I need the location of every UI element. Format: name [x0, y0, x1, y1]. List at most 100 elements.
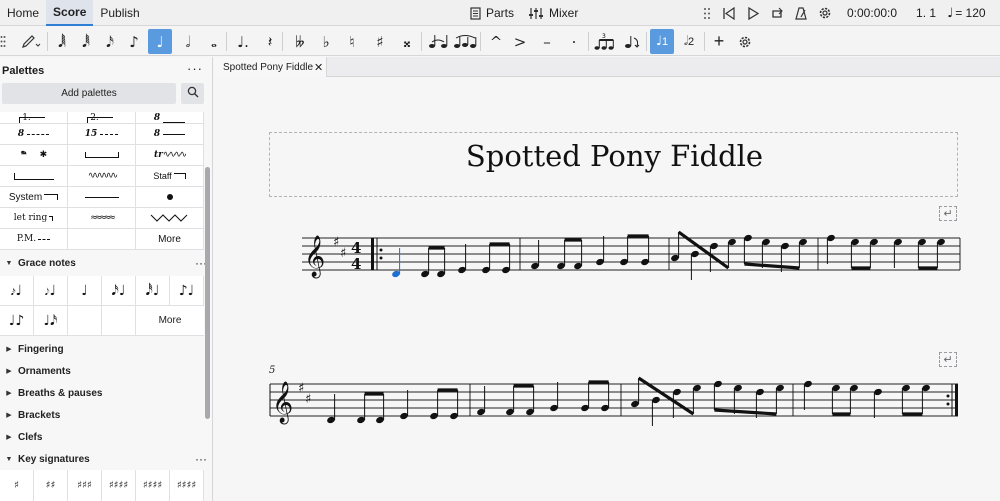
voice-2-button[interactable]: 𝅗𝅥 2 [677, 29, 701, 54]
tenuto-icon[interactable]: – [535, 29, 559, 54]
parts-button[interactable]: Parts [470, 6, 514, 20]
acciaccatura-icon[interactable]: 𝆔♩ [0, 276, 34, 306]
grace-16th-after-icon[interactable]: ♩𝅘𝅥𝅯 [34, 306, 68, 336]
section-grace-notes[interactable]: ▼ Grace notes ··· [0, 253, 210, 273]
title-frame[interactable]: Spotted Pony Fiddle [269, 132, 958, 197]
key-e-major-icon[interactable]: ♯♯♯♯ [102, 470, 136, 501]
palette-cell-trill-line[interactable]: tr ∿∿∿∿ [136, 145, 204, 166]
palette-cell-line[interactable] [68, 187, 136, 208]
rest-icon[interactable]: 𝄽 [258, 29, 282, 54]
palette-cell-pedal[interactable]: 𝆮 ✱ [0, 145, 68, 166]
section-key-signatures[interactable]: ▼ Key signatures ··· [0, 449, 210, 469]
playback-settings-gear-icon[interactable] [818, 6, 832, 20]
grace-quarter-icon[interactable]: ♩ [68, 276, 102, 306]
section-brackets[interactable]: ▶ Brackets [0, 405, 210, 425]
16th-note-icon[interactable]: 𝅘𝅥𝅯 [98, 29, 122, 54]
palette-cell-zigzag[interactable] [136, 208, 204, 229]
palette-cell-ottava-bassa-2[interactable]: 8 [136, 124, 204, 145]
grace-eighth-after-icon[interactable]: ♩♪ [0, 306, 34, 336]
half-note-icon[interactable]: 𝅗𝅥 [176, 29, 200, 54]
voice-1-button[interactable]: ♩ 1 [650, 29, 674, 54]
notes-system-1[interactable] [391, 230, 946, 280]
key-f-sharp-major-icon[interactable]: ♯♯♯♯ [170, 470, 204, 501]
add-icon[interactable]: + [707, 29, 731, 54]
section-breaths-pauses[interactable]: ▶ Breaths & pauses [0, 383, 210, 403]
score-title[interactable]: Spotted Pony Fiddle [270, 139, 959, 173]
section-fingering[interactable]: ▶ Fingering [0, 339, 210, 359]
section-ornaments[interactable]: ▶ Ornaments [0, 361, 210, 381]
tuplet-icon[interactable]: 3 [592, 29, 618, 54]
palette-cell-staff-text-line[interactable]: Staff [136, 166, 204, 187]
palette-cell-quindicesima[interactable]: 15 [68, 124, 136, 145]
palette-cell-volta-1[interactable]: 1. [0, 112, 68, 124]
slur-icon[interactable] [452, 29, 478, 54]
palette-cell-glissando[interactable]: ∿∿∿∿∿∿ [68, 166, 136, 187]
add-palettes-button[interactable]: Add palettes [2, 83, 176, 104]
toolbar-grip-icon[interactable] [0, 29, 10, 54]
palette-cell-pedal-continue[interactable] [0, 166, 68, 187]
palette-cell-ottava-alta[interactable]: 8 [136, 112, 204, 124]
tab-publish[interactable]: Publish [93, 0, 146, 26]
section-clefs[interactable]: ▶ Clefs [0, 427, 210, 447]
64th-note-icon[interactable]: 𝅘𝅥𝅲 [50, 29, 74, 54]
lines-more-button[interactable]: More [136, 229, 204, 250]
palette-cell-palm-mute[interactable]: P.M. [0, 229, 68, 250]
rewind-icon[interactable] [722, 6, 736, 20]
staff-system-1[interactable]: 𝄞 ♯ ♯ 4 4 [214, 221, 1000, 311]
play-icon[interactable] [747, 6, 759, 20]
key-b-major-icon[interactable]: ♯♯♯♯ [136, 470, 170, 501]
section-menu-icon[interactable]: ··· [195, 452, 207, 466]
system-break-icon[interactable]: ↵ [939, 352, 957, 367]
palette-cell-let-ring[interactable]: let ring [0, 208, 68, 229]
palette-cell-pedal-bracket[interactable] [68, 145, 136, 166]
32nd-note-icon[interactable]: 𝅘𝅥𝅱 [74, 29, 98, 54]
notes-system-2[interactable] [326, 376, 931, 426]
flip-direction-icon[interactable] [620, 29, 644, 54]
sharp-icon[interactable]: ♯ [368, 29, 392, 54]
grace-16th-icon[interactable]: 𝅘𝅥𝅯♩ [102, 276, 136, 306]
palette-cell-ottava-bassa[interactable]: 8 [0, 124, 68, 145]
time-display: 0:00:00:0 [847, 6, 898, 20]
grace-eighth-before-icon[interactable]: ♪♩ [170, 276, 204, 306]
quarter-note-icon[interactable]: ♩ [148, 29, 172, 54]
top-menu-bar: Home Score Publish Parts Mixer 0:00:00:0… [0, 0, 1000, 26]
key-a-major-icon[interactable]: ♯♯♯ [68, 470, 102, 501]
tie-icon[interactable] [425, 29, 451, 54]
augmentation-dot-icon[interactable]: ♩. [231, 29, 255, 54]
palette-cell-volta-2[interactable]: 2. [68, 112, 136, 124]
whole-note-icon[interactable]: 𝅝 [202, 29, 226, 54]
close-icon[interactable]: ✕ [314, 61, 323, 74]
score-canvas[interactable]: Spotted Pony Fiddle ↵ ↵ 5 𝄞 ♯ ♯ 4 4 𝄞 ♯ … [214, 78, 1000, 501]
natural-icon[interactable]: ♮ [340, 29, 364, 54]
double-sharp-icon[interactable]: 𝄪 [395, 29, 419, 54]
palette-cell-system-text-line[interactable]: System [0, 187, 68, 208]
palette-cell-note-anchored-line[interactable] [136, 187, 204, 208]
staff-lines [302, 237, 960, 271]
marcato-icon[interactable]: ^ [484, 29, 508, 54]
palette-scrollbar[interactable] [205, 167, 210, 419]
score-tab[interactable]: Spotted Pony Fiddle ✕ [214, 57, 327, 77]
tab-home[interactable]: Home [0, 0, 46, 26]
metronome-icon[interactable] [795, 6, 807, 20]
tab-score[interactable]: Score [46, 0, 94, 26]
grace-32nd-icon[interactable]: 𝅘𝅥𝅰♩ [136, 276, 170, 306]
customize-gear-icon[interactable] [733, 29, 757, 54]
system-break-icon[interactable]: ↵ [939, 206, 957, 221]
accent-icon[interactable]: > [508, 29, 532, 54]
grace-more-button[interactable]: More [136, 306, 204, 336]
key-d-major-icon[interactable]: ♯♯ [34, 470, 68, 501]
staff-system-2[interactable]: 𝄞 ♯ ♯ [214, 367, 1000, 457]
eighth-note-icon[interactable]: ♪ [122, 29, 146, 54]
drag-handle-icon[interactable] [703, 7, 711, 20]
palette-search-button[interactable] [181, 83, 204, 104]
note-input-pencil-icon[interactable] [17, 29, 45, 54]
double-flat-icon[interactable]: 𝄫 [288, 29, 312, 54]
flat-icon[interactable]: ♭ [314, 29, 338, 54]
key-g-major-icon[interactable]: ♯ [0, 470, 34, 501]
appoggiatura-icon[interactable]: 𝆕♩ [34, 276, 68, 306]
panel-menu-icon[interactable]: ··· [187, 61, 203, 76]
loop-icon[interactable] [770, 7, 784, 20]
mixer-button[interactable]: Mixer [528, 6, 578, 20]
palette-cell-vibrato[interactable]: ≈≈≈≈≈ [68, 208, 136, 229]
staccato-icon[interactable]: · [562, 29, 586, 54]
